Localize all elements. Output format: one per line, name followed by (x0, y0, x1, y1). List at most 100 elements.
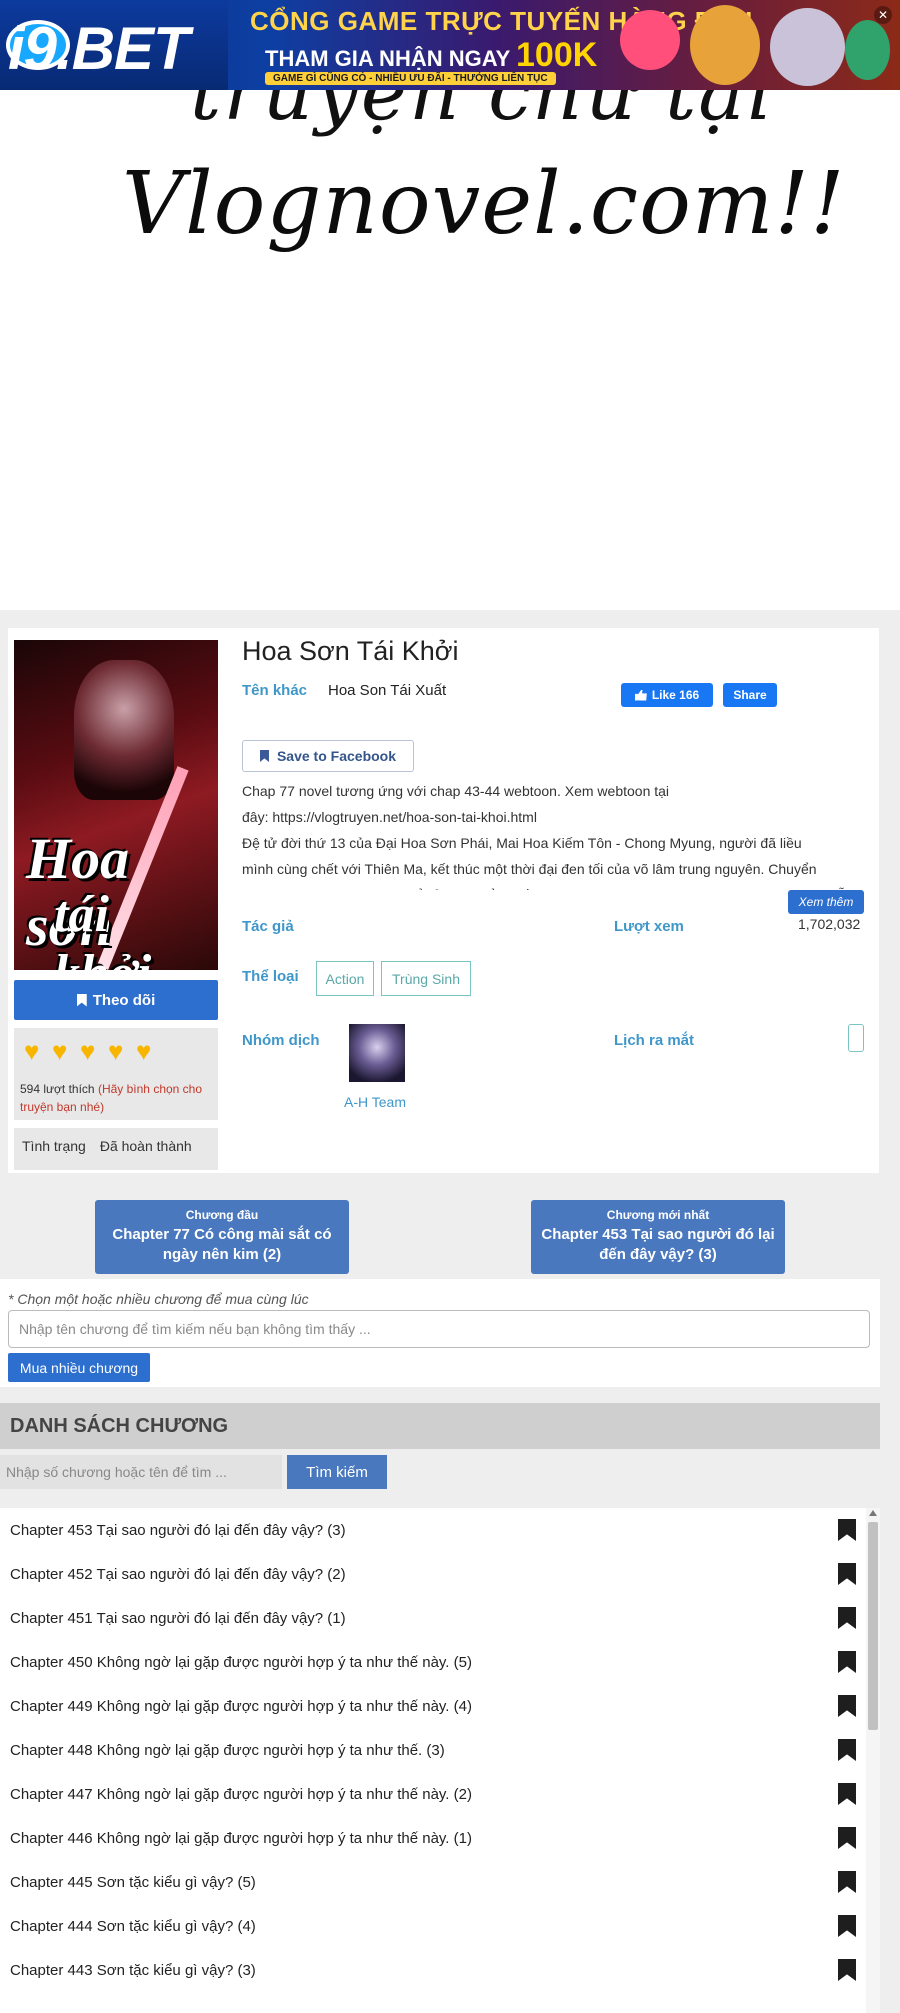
release-label: Lịch ra mắt (614, 1032, 695, 1049)
description-line: đây: https://vlogtruyen.net/hoa-son-tai-… (242, 809, 537, 825)
top-banner-ad[interactable]: i9.BET CỔNG GAME TRỰC TUYẾN HÀNG ĐẦU THA… (0, 0, 900, 90)
bookmark-icon[interactable] (838, 1607, 856, 1629)
fb-like-label: Like 166 (651, 688, 700, 702)
rating-hearts[interactable]: ♥ ♥ ♥ ♥ ♥ (24, 1038, 160, 1064)
bookmark-icon[interactable] (838, 1739, 856, 1761)
watermark-partial-line: truyện chữ tại (190, 90, 774, 138)
chapter-search-input[interactable]: Nhập số chương hoặc tên để tìm ... (0, 1455, 282, 1489)
chapter-link[interactable]: Chapter 452 Tại sao người đó lại đến đây… (10, 1566, 346, 1583)
chapter-list-scrollbar[interactable] (866, 1508, 880, 2013)
genre-label: Thể loại (242, 968, 299, 985)
first-chapter-title: Chapter 77 Có công mài sắt có ngày nên k… (112, 1226, 332, 1263)
list-item[interactable]: Chapter 451 Tại sao người đó lại đến đây… (0, 1596, 866, 1640)
bulk-buy-button[interactable]: Mua nhiều chương (8, 1353, 150, 1382)
release-schedule-box[interactable] (848, 1024, 864, 1052)
chapter-search-button[interactable]: Tìm kiếm (287, 1455, 387, 1489)
list-item[interactable]: Chapter 445 Sơn tặc kiểu gì vậy? (5) (0, 1860, 866, 1904)
translator-avatar[interactable] (349, 1024, 405, 1082)
bookmark-icon[interactable] (838, 1563, 856, 1585)
views-label: Lượt xem (614, 918, 684, 935)
watermark-image: truyện chữ tại Vlognovel.com!! (0, 90, 900, 610)
latest-chapter-caption: Chương mới nhất (606, 1208, 710, 1222)
status-box: Tình trạng Đã hoàn thành (14, 1128, 218, 1170)
list-item[interactable]: Chapter 450 Không ngờ lại gặp được người… (0, 1640, 866, 1684)
list-item[interactable]: Chapter 449 Không ngờ lại gặp được người… (0, 1684, 866, 1728)
art-astronaut (770, 8, 845, 86)
genre-tag-trung-sinh[interactable]: Trùng Sinh (381, 961, 471, 996)
list-item[interactable]: Chapter 444 Sơn tặc kiểu gì vậy? (4) (0, 1904, 866, 1948)
logo-text: i9.BET (8, 15, 190, 82)
heart-icon[interactable]: ♥ (24, 1038, 48, 1064)
chapter-link[interactable]: Chapter 449 Không ngờ lại gặp được người… (10, 1698, 472, 1715)
chapter-link[interactable]: Chapter 445 Sơn tặc kiểu gì vậy? (5) (10, 1874, 256, 1891)
list-item[interactable]: Chapter 446 Không ngờ lại gặp được người… (0, 1816, 866, 1860)
first-chapter-caption: Chương đầu (185, 1208, 259, 1222)
show-more-button[interactable]: Xem thêm (788, 890, 864, 914)
facebook-like-button[interactable]: Like 166 (621, 683, 713, 707)
banner-offer: THAM GIA NHẬN NGAY 100K (265, 36, 597, 75)
list-item[interactable]: Chapter 453 Tại sao người đó lại đến đây… (0, 1508, 866, 1552)
chapter-link[interactable]: Chapter 446 Không ngờ lại gặp được người… (10, 1830, 472, 1847)
manga-info-card: Hoa sơn tái khởi Theo dõi ♥ ♥ ♥ ♥ ♥ 594 … (8, 628, 879, 1173)
thumbs-up-icon (634, 689, 647, 701)
chapter-link[interactable]: Chapter 448 Không ngờ lại gặp được người… (10, 1742, 445, 1759)
scroll-up-arrow-icon[interactable] (869, 1510, 877, 1516)
save-to-facebook-button[interactable]: Save to Facebook (242, 740, 414, 772)
bookmark-icon[interactable] (838, 1959, 856, 1981)
chapter-link[interactable]: Chapter 447 Không ngờ lại gặp được người… (10, 1786, 472, 1803)
watermark-main-line: Vlognovel.com!! (122, 154, 846, 254)
chapter-link[interactable]: Chapter 453 Tại sao người đó lại đến đây… (10, 1522, 346, 1539)
banner-close-icon[interactable]: ✕ (874, 6, 892, 24)
art-slot-icon (620, 10, 680, 70)
bookmark-icon[interactable] (838, 1783, 856, 1805)
latest-chapter-button[interactable]: Chương mới nhất Chapter 453 Tại sao ngườ… (531, 1200, 785, 1274)
rating-box: ♥ ♥ ♥ ♥ ♥ 594 lượt thích (Hãy bình chọn … (14, 1028, 218, 1120)
translator-name-link[interactable]: A-H Team (344, 1094, 406, 1110)
chapter-link[interactable]: Chapter 443 Sơn tặc kiểu gì vậy? (3) (10, 1962, 256, 1979)
likes-text: 594 lượt thích (Hãy bình chọn cho truyện… (20, 1080, 216, 1116)
bookmark-icon[interactable] (838, 1827, 856, 1849)
heart-icon[interactable]: ♥ (108, 1038, 132, 1064)
heart-icon[interactable]: ♥ (80, 1038, 104, 1064)
bookmark-icon[interactable] (838, 1695, 856, 1717)
list-item[interactable]: Chapter 452 Tại sao người đó lại đến đây… (0, 1552, 866, 1596)
art-coins (845, 20, 890, 80)
description-line: Đệ tử đời thứ 13 của Đại Hoa Sơn Phái, M… (242, 835, 802, 851)
first-chapter-button[interactable]: Chương đầu Chapter 77 Có công mài sắt có… (95, 1200, 349, 1274)
genre-tag-action[interactable]: Action (316, 961, 374, 996)
scroll-thumb[interactable] (868, 1522, 878, 1730)
save-fb-label: Save to Facebook (276, 748, 397, 764)
bookmark-icon (259, 750, 269, 762)
manga-description: Chap 77 novel tương ứng với chap 43-44 w… (242, 778, 867, 890)
bookmark-icon[interactable] (838, 1915, 856, 1937)
heart-icon[interactable]: ♥ (52, 1038, 76, 1064)
status-value: Đã hoàn thành (99, 1138, 192, 1154)
follow-button[interactable]: Theo dõi (14, 980, 218, 1020)
bulk-buy-note: * Chọn một hoặc nhiều chương để mua cùng… (8, 1291, 309, 1307)
description-line: sinh sau 100 năm vào cơ thể của một tiểu… (242, 882, 867, 890)
list-item[interactable]: Chapter 448 Không ngờ lại gặp được người… (0, 1728, 866, 1772)
heart-icon[interactable]: ♥ (136, 1038, 160, 1064)
list-item[interactable]: Chapter 447 Không ngờ lại gặp được người… (0, 1772, 866, 1816)
chapter-link[interactable]: Chapter 450 Không ngờ lại gặp được người… (10, 1654, 472, 1671)
bulk-buy-search-input[interactable]: Nhập tên chương để tìm kiếm nếu bạn khôn… (8, 1310, 870, 1348)
views-value: 1,702,032 (798, 916, 861, 932)
likes-count: 594 lượt thích (20, 1082, 95, 1096)
status-label: Tình trạng (22, 1138, 86, 1154)
cover-figure (74, 660, 174, 800)
chapter-link[interactable]: Chapter 451 Tại sao người đó lại đến đây… (10, 1610, 346, 1627)
list-item[interactable]: Chapter 443 Sơn tặc kiểu gì vậy? (3) (0, 1948, 866, 1992)
latest-chapter-title: Chapter 453 Tại sao người đó lại đến đây… (541, 1226, 775, 1263)
facebook-share-button[interactable]: Share (723, 683, 777, 707)
page-content: Hoa sơn tái khởi Theo dõi ♥ ♥ ♥ ♥ ♥ 594 … (0, 610, 900, 2013)
bookmark-icon[interactable] (838, 1519, 856, 1541)
banner-artwork (600, 0, 900, 90)
chapter-link[interactable]: Chapter 444 Sơn tặc kiểu gì vậy? (4) (10, 1918, 256, 1935)
banner-offer-amount: 100K (516, 36, 598, 74)
bookmark-icon[interactable] (838, 1651, 856, 1673)
chapter-list-header: DANH SÁCH CHƯƠNG (0, 1403, 880, 1449)
manga-cover-image: Hoa sơn tái khởi (14, 640, 218, 970)
bookmark-icon[interactable] (838, 1871, 856, 1893)
group-label: Nhóm dịch (242, 1032, 320, 1049)
bookmark-icon (76, 993, 87, 1007)
